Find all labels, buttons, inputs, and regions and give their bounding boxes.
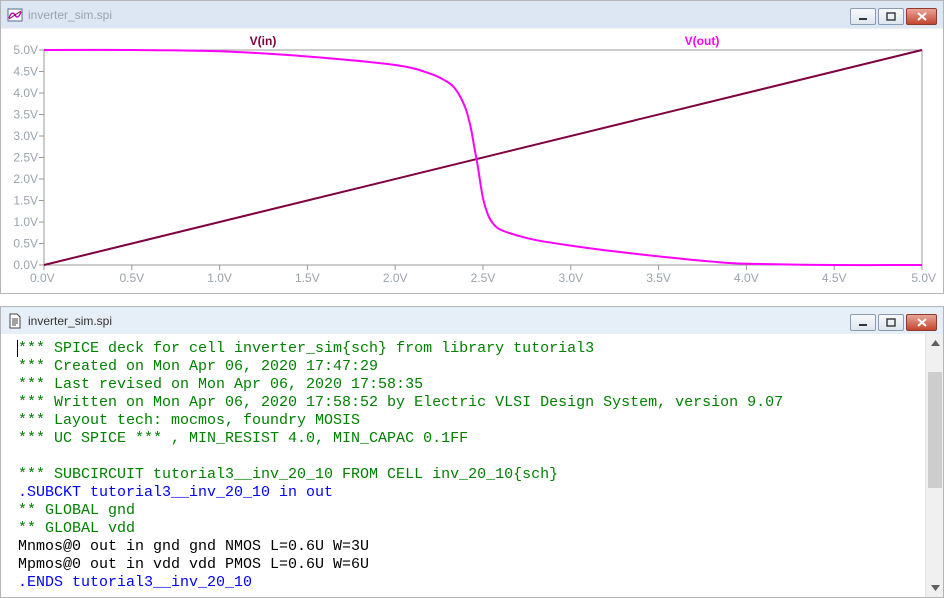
- waveform-window-titlebar[interactable]: inverter_sim.spi: [1, 1, 943, 28]
- code-line: *** Written on Mon Apr 06, 2020 17:58:52…: [18, 394, 784, 411]
- code-line: *** Created on Mon Apr 06, 2020 17:47:29: [18, 358, 379, 375]
- waveform-window-title: inverter_sim.spi: [28, 7, 113, 22]
- x-tick-label: 4.0V: [734, 271, 759, 285]
- waveform-chart[interactable]: 0.0V 0.5V 1.0V 1.5V 2.0V 2.5V 3.0V 3.5V 4.0V 4.5V…: [1, 29, 943, 293]
- legend-label: V(in): [250, 34, 277, 48]
- y-tick-label: 0.0V: [13, 258, 38, 272]
- code-line: *** UC SPICE *** , MIN_RESIST 4.0, MIN_C…: [18, 430, 469, 447]
- spice-deck-window-titlebar[interactable]: inverter_sim.spi: [1, 307, 943, 334]
- close-button[interactable]: [906, 8, 937, 25]
- x-tick-label: 3.5V: [646, 271, 671, 285]
- minimize-icon: [859, 17, 867, 20]
- restore-button[interactable]: [878, 8, 904, 25]
- x-tick-label: 1.5V: [295, 271, 320, 285]
- text-cursor: [17, 340, 18, 357]
- code-line: .ENDS tutorial3__inv_20_10: [18, 574, 253, 591]
- code-line: *** Layout tech: mocmos, foundry MOSIS: [18, 412, 361, 429]
- scroll-down-button[interactable]: [926, 579, 944, 597]
- x-tick-label: 2.0V: [383, 271, 408, 285]
- y-tick-label: 4.0V: [13, 86, 38, 100]
- x-tick-label: 3.0V: [558, 271, 583, 285]
- chevron-down-icon: [930, 585, 940, 591]
- y-tick-label: 5.0V: [13, 43, 38, 57]
- waveform-icon: [7, 8, 23, 21]
- code-line: .SUBCKT tutorial3__inv_20_10 in out: [18, 484, 334, 501]
- y-tick-label: 3.5V: [13, 108, 38, 122]
- y-tick-label: 0.5V: [13, 237, 38, 251]
- spice-deck-text[interactable]: *** SPICE deck for cell inverter_sim{sch…: [1, 334, 923, 597]
- y-tick-label: 3.0V: [13, 129, 38, 143]
- code-line: Mpmos@0 out in vdd vdd PMOS L=0.6U W=6U: [18, 556, 370, 573]
- restore-icon: [886, 318, 896, 327]
- x-tick-label: 4.5V: [822, 271, 847, 285]
- close-icon: [916, 318, 927, 327]
- y-tick-label: 1.0V: [13, 215, 38, 229]
- x-tick-label: 1.0V: [207, 271, 232, 285]
- y-tick-label: 2.0V: [13, 172, 38, 186]
- window-controls: [850, 8, 937, 25]
- spice-deck-window: inverter_sim.spi *** SPICE deck for cell…: [0, 306, 944, 598]
- code-line: Mnmos@0 out in gnd gnd NMOS L=0.6U W=3U: [18, 538, 370, 555]
- minimize-button[interactable]: [850, 8, 876, 25]
- close-icon: [916, 12, 927, 21]
- x-tick-label: 0.0V: [30, 271, 55, 285]
- minimize-icon: [859, 323, 867, 326]
- document-icon: [9, 313, 21, 328]
- legend-label: V(out): [685, 34, 720, 48]
- x-tick-label: 5.0V: [911, 271, 936, 285]
- scrollbar-thumb[interactable]: [928, 372, 942, 488]
- chevron-up-icon: [930, 340, 940, 346]
- vertical-scrollbar[interactable]: [925, 334, 943, 597]
- code-line: ** GLOBAL gnd: [18, 502, 136, 519]
- x-tick-label: 2.5V: [471, 271, 496, 285]
- close-button[interactable]: [906, 314, 937, 331]
- x-tick-label: 0.5V: [119, 271, 144, 285]
- y-tick-label: 1.5V: [13, 194, 38, 208]
- restore-button[interactable]: [878, 314, 904, 331]
- code-line: *** Last revised on Mon Apr 06, 2020 17:…: [18, 376, 424, 393]
- code-line: *** SPICE deck for cell inverter_sim{sch…: [18, 340, 595, 357]
- waveform-window: inverter_sim.spi 0.0V 0.5V 1.0V 1.5V 2.0V 2.5…: [0, 0, 944, 294]
- restore-icon: [886, 12, 896, 21]
- scroll-up-button[interactable]: [926, 334, 944, 352]
- window-controls: [850, 314, 937, 331]
- minimize-button[interactable]: [850, 314, 876, 331]
- waveform-plot[interactable]: 0.0V 0.5V 1.0V 1.5V 2.0V 2.5V 3.0V 3.5V 4.0V 4.5V…: [1, 29, 943, 293]
- y-tick-label: 4.5V: [13, 65, 38, 79]
- y-tick-label: 2.5V: [13, 151, 38, 165]
- code-line: ** GLOBAL vdd: [18, 520, 136, 537]
- spice-deck-window-title: inverter_sim.spi: [28, 313, 113, 328]
- code-line: *** SUBCIRCUIT tutorial3__inv_20_10 FROM…: [18, 466, 559, 483]
